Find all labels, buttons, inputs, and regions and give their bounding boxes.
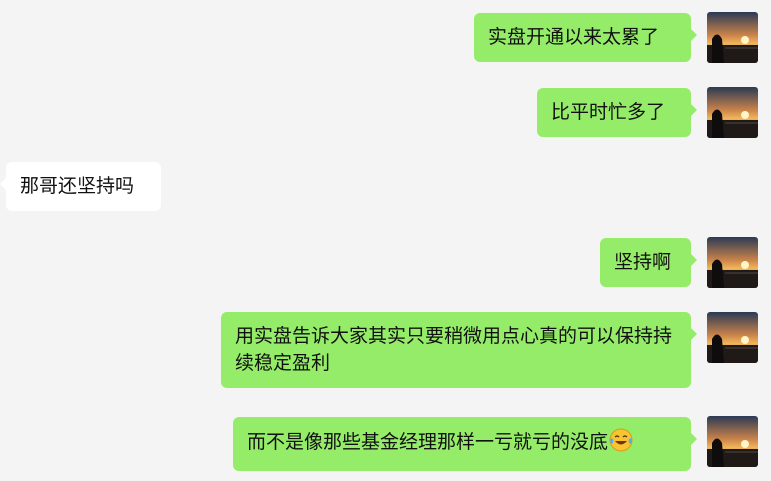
- user-avatar[interactable]: [707, 237, 758, 288]
- message-text: 比平时忙多了: [551, 101, 666, 123]
- message-bubble-outgoing[interactable]: 而不是像那些基金经理那样一亏就亏的没底: [233, 417, 697, 471]
- message-bubble-outgoing[interactable]: 实盘开通以来太累了: [474, 13, 697, 62]
- user-avatar[interactable]: [707, 12, 758, 63]
- message-bubble-outgoing[interactable]: 坚持啊: [600, 238, 697, 287]
- avatar-image: [707, 416, 758, 467]
- user-avatar[interactable]: [707, 87, 758, 138]
- message-bubble-outgoing[interactable]: 用实盘告诉大家其实只要稍微用点心真的可以保持持续稳定盈利: [221, 312, 697, 388]
- message-text: 而不是像那些基金经理那样一亏就亏的没底: [247, 431, 609, 453]
- message-text: 用实盘告诉大家其实只要稍微用点心真的可以保持持续稳定盈利: [235, 325, 673, 374]
- message-text: 实盘开通以来太累了: [488, 26, 660, 48]
- message-text: 那哥还坚持吗: [20, 175, 135, 197]
- message-bubble-incoming[interactable]: 那哥还坚持吗: [0, 162, 161, 211]
- avatar-image: [707, 87, 758, 138]
- avatar-image: [707, 312, 758, 363]
- avatar-image: [707, 237, 758, 288]
- user-avatar[interactable]: [707, 312, 758, 363]
- user-avatar[interactable]: [707, 416, 758, 467]
- message-bubble-outgoing[interactable]: 比平时忙多了: [537, 88, 697, 137]
- laughing-tears-emoji-icon: [609, 428, 633, 460]
- avatar-image: [707, 12, 758, 63]
- message-text: 坚持啊: [614, 251, 672, 273]
